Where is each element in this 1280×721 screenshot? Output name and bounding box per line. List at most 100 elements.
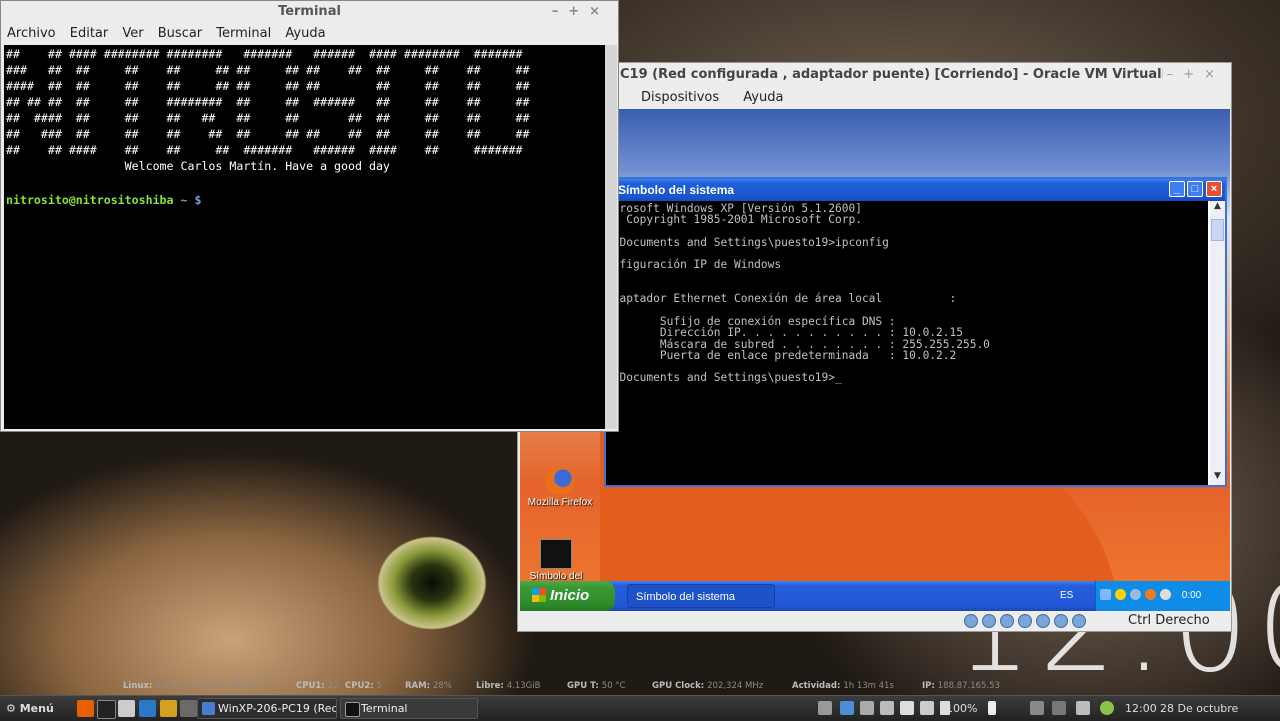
menu-editar[interactable]: Editar — [70, 26, 109, 41]
taskbar-item-virtualbox[interactable]: WinXP-206-PC19 (Red ... — [197, 698, 337, 719]
windows-logo-icon — [532, 588, 546, 602]
cmd-close-button[interactable]: × — [1206, 181, 1222, 197]
scroll-up-icon[interactable]: ▲ — [1210, 201, 1225, 215]
cd-icon[interactable] — [982, 614, 996, 628]
maximize-icon[interactable]: + — [1183, 67, 1204, 82]
terminal-titlebar[interactable]: Terminal –+× — [1, 1, 618, 23]
security-shield-icon[interactable] — [1115, 589, 1126, 600]
shared-folder-icon[interactable] — [1018, 614, 1032, 628]
vbox-menu-ayuda[interactable]: Ayuda — [743, 90, 783, 105]
close-icon[interactable]: × — [589, 4, 610, 19]
panel-clock[interactable]: 12:00 — [1125, 696, 1157, 721]
uptime-label: Actividad: — [792, 681, 841, 691]
camera-icon[interactable] — [880, 701, 894, 715]
xp-taskbar-item-label: Símbolo del sistema — [636, 591, 736, 603]
menu-archivo[interactable]: Archivo — [7, 26, 56, 41]
start-label: Inicio — [550, 587, 590, 604]
scroll-down-icon[interactable]: ▼ — [1210, 471, 1225, 485]
cmd-maximize-button[interactable]: □ — [1187, 181, 1203, 197]
notes-launcher-icon[interactable] — [160, 700, 177, 717]
close-icon[interactable]: × — [1204, 67, 1225, 82]
ip-label: IP: — [922, 681, 935, 691]
linux-value: 3.5.0-17-generic x86_64 — [155, 681, 260, 691]
vbox-title: C19 (Red configurada , adaptador puente)… — [620, 67, 1181, 82]
cpu2-value: 5 — [376, 681, 383, 691]
vbox-menubar: Dispositivos Ayuda — [518, 87, 1231, 109]
language-indicator[interactable]: ES — [1060, 581, 1073, 611]
scroll-thumb[interactable] — [1211, 219, 1224, 241]
firefox-icon — [545, 467, 575, 495]
free-value: 4.13GiB — [506, 681, 541, 691]
bag-icon[interactable] — [1052, 701, 1066, 715]
terminal-banner: ## ## #### ######## ######## ####### ###… — [6, 47, 530, 173]
vbox-titlebar[interactable]: C19 (Red configurada , adaptador puente)… — [518, 63, 1231, 87]
main-menu-label: Menú — [19, 702, 54, 715]
update-shield-icon[interactable] — [1100, 701, 1114, 715]
network-icon[interactable] — [900, 701, 914, 715]
cmd-minimize-button[interactable]: _ — [1169, 181, 1185, 197]
volume-icon[interactable] — [920, 701, 934, 715]
editor-launcher-icon[interactable] — [139, 700, 156, 717]
video-capture-icon[interactable] — [1054, 614, 1068, 628]
cmd-title: Símbolo del sistema — [618, 183, 735, 197]
terminal-scrollbar[interactable] — [605, 45, 617, 429]
dropbox-icon[interactable] — [1076, 701, 1090, 715]
cmd-window[interactable]: Símbolo del sistema _ □ × icrosoft Windo… — [604, 177, 1227, 487]
taskbar-item-label: WinXP-206-PC19 (Red ... — [218, 702, 337, 715]
terminal-console[interactable]: ## ## #### ######## ######## ####### ###… — [4, 45, 605, 429]
xp-start-button[interactable]: Inicio — [520, 581, 615, 611]
menu-buscar[interactable]: Buscar — [158, 26, 202, 41]
virtualbox-tray-icon[interactable] — [840, 701, 854, 715]
ram-value: 28% — [432, 681, 452, 691]
cmd-scrollbar[interactable]: ▲ ▼ — [1210, 201, 1225, 485]
prompt-path: ~ $ — [173, 193, 202, 207]
cmd-console[interactable]: icrosoft Windows XP [Versión 5.1.2600] :… — [606, 201, 1208, 485]
safely-remove-icon[interactable] — [1160, 589, 1171, 600]
update-icon[interactable] — [1145, 589, 1156, 600]
taskbar-item-terminal[interactable]: Terminal — [340, 698, 478, 719]
gear-icon: ⚙ — [6, 702, 16, 715]
firefox-launcher-icon[interactable] — [77, 700, 94, 717]
network-adapter-icon[interactable] — [1036, 614, 1050, 628]
terminal-icon — [345, 702, 360, 717]
main-menu-button[interactable]: ⚙ Menú — [6, 696, 54, 721]
ip-value: 188.87.165.53 — [937, 681, 1000, 691]
taskbar-item-label: Terminal — [361, 702, 408, 715]
xp-taskbar: Inicio Símbolo del sistema ES 0:00 — [520, 581, 1230, 611]
free-label: Libre: — [476, 681, 504, 691]
xp-taskbar-item-cmd[interactable]: Símbolo del sistema — [627, 584, 775, 608]
volume-icon[interactable] — [1130, 589, 1141, 600]
terminal-launcher-icon[interactable] — [97, 700, 116, 719]
desktop-icon-firefox[interactable]: Mozilla Firefox — [520, 467, 600, 508]
files-launcher-icon[interactable] — [118, 700, 135, 717]
ram-label: RAM: — [405, 681, 430, 691]
minimize-icon[interactable]: – — [552, 4, 569, 19]
mouse-integration-icon[interactable] — [1072, 614, 1086, 628]
temperature-icon[interactable] — [988, 701, 996, 715]
gpu-clock-label: GPU Clock: — [652, 681, 705, 691]
gpu-temp-label: GPU T: — [567, 681, 599, 691]
monitor-icon[interactable] — [818, 701, 832, 715]
network-icon[interactable] — [1100, 589, 1111, 600]
settings-launcher-icon[interactable] — [180, 700, 197, 717]
host-key-label: Ctrl Derecho — [1128, 613, 1210, 628]
panel-date[interactable]: 28 De octubre — [1160, 696, 1238, 721]
chat-icon[interactable] — [860, 701, 874, 715]
vbox-menu-dispositivos[interactable]: Dispositivos — [641, 90, 719, 105]
linux-label: Linux: — [123, 681, 153, 691]
window-icon — [202, 702, 215, 715]
cmd-titlebar[interactable]: Símbolo del sistema _ □ × — [606, 179, 1225, 201]
menu-ver[interactable]: Ver — [122, 26, 143, 41]
menu-terminal[interactable]: Terminal — [216, 26, 271, 41]
bottom-panel: ⚙ Menú WinXP-206-PC19 (Red ... Terminal … — [0, 695, 1280, 721]
cmd-output: icrosoft Windows XP [Versión 5.1.2600] :… — [606, 202, 990, 385]
hdd-icon[interactable] — [964, 614, 978, 628]
mail-icon[interactable] — [1030, 701, 1044, 715]
maximize-icon[interactable]: + — [568, 4, 589, 19]
xp-system-tray: 0:00 — [1095, 581, 1230, 611]
usb-icon[interactable] — [1000, 614, 1014, 628]
minimize-icon[interactable]: – — [1167, 67, 1184, 82]
menu-ayuda[interactable]: Ayuda — [285, 26, 325, 41]
terminal-window[interactable]: Terminal –+× Archivo Editar Ver Buscar T… — [0, 0, 619, 432]
xp-clock: 0:00 — [1181, 590, 1202, 601]
